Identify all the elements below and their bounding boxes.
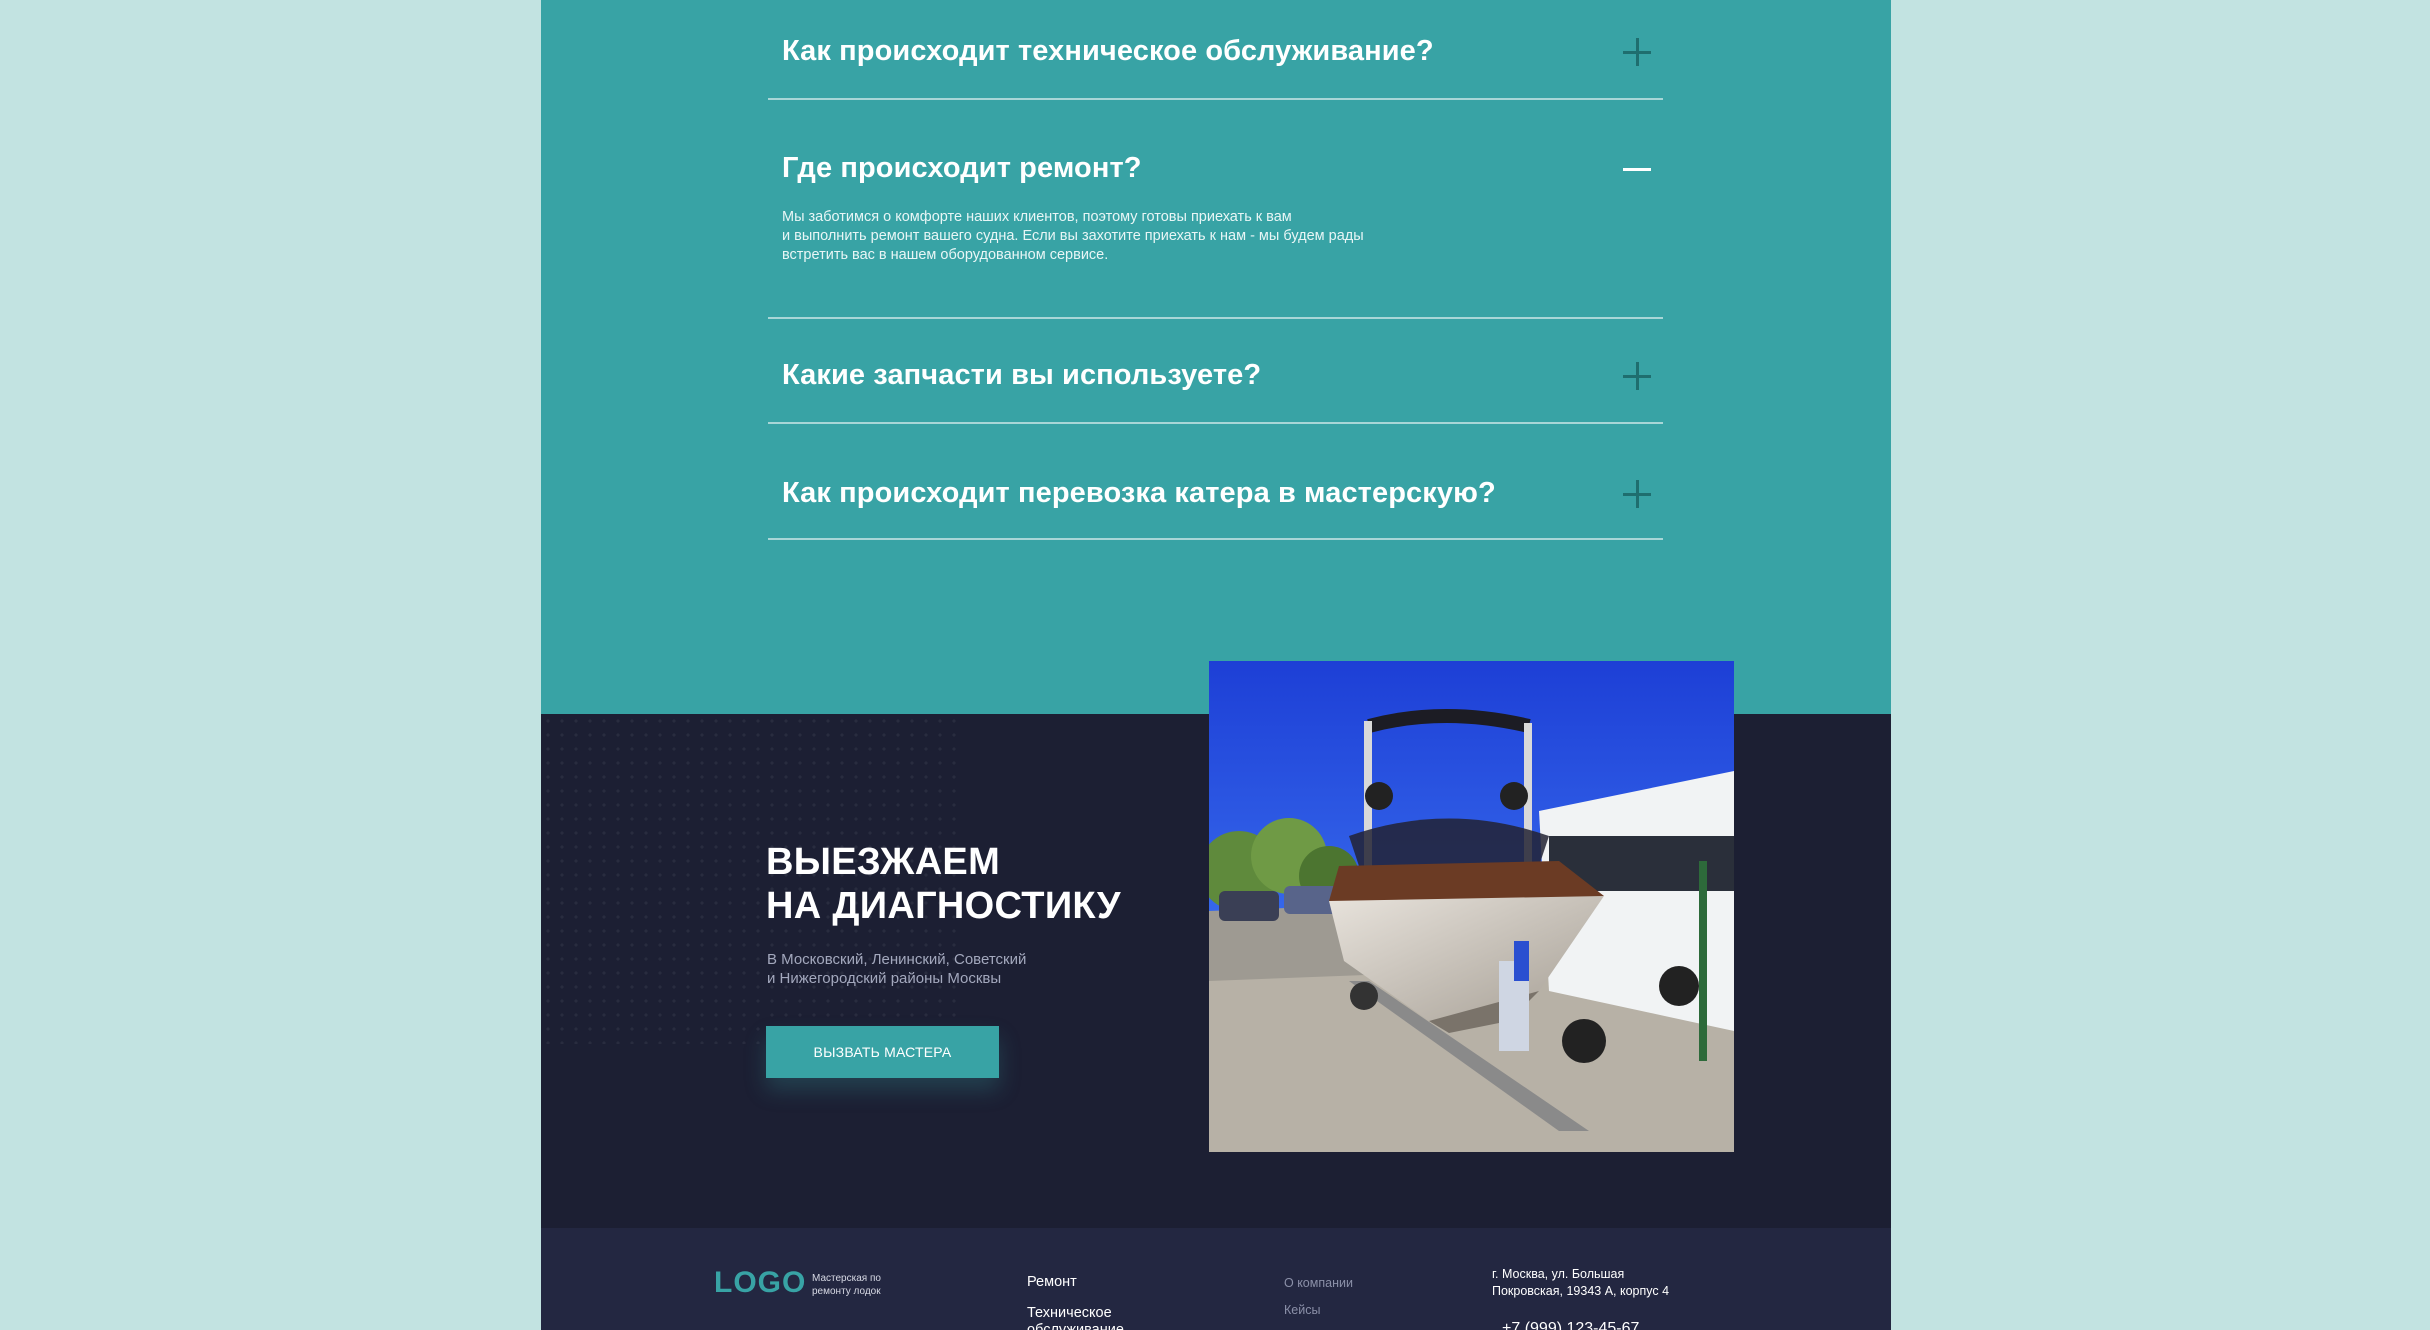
diagnostic-subtitle: В Московский, Ленинский, Советский и Ниж… [767, 950, 1026, 988]
boat-photo [1209, 661, 1734, 1152]
footer-address-line: г. Москва, ул. Большая [1492, 1267, 1625, 1281]
minus-icon[interactable] [1623, 155, 1651, 183]
logo-subtitle-line: Мастерская по [812, 1273, 881, 1284]
call-master-button[interactable]: ВЫЗВАТЬ МАСТЕРА [766, 1026, 999, 1078]
plus-icon[interactable] [1623, 362, 1651, 390]
faq-answer-line: Мы заботимся о комфорте наших клиентов, … [782, 209, 1292, 225]
faq-item-expanded[interactable]: Где происходит ремонт? Мы заботимся о ко… [768, 100, 1663, 319]
plus-icon[interactable] [1623, 480, 1651, 508]
faq-section: Как происходит техническое обслуживание?… [541, 0, 1891, 714]
faq-item[interactable]: Как происходит перевозка катера в мастер… [768, 424, 1663, 540]
footer-link-repair[interactable]: Ремонт [1027, 1274, 1137, 1291]
footer-link-maintenance[interactable]: Техническое обслуживание [1027, 1305, 1137, 1330]
faq-question[interactable]: Какие запчасти вы используете? [782, 359, 1261, 392]
diagnostic-subtitle-line: и Нижегородский районы Москвы [767, 970, 1002, 987]
diagnostic-title-line: ВЫЕЗЖАЕМ [766, 841, 1001, 883]
faq-answer: Мы заботимся о комфорте наших клиентов, … [782, 208, 1402, 265]
footer-link-cases[interactable]: Кейсы [1284, 1303, 1353, 1317]
footer-link-about[interactable]: О компании [1284, 1276, 1353, 1290]
faq-answer-line: встретить вас в нашем оборудованном серв… [782, 247, 1109, 263]
faq-answer-line: и выполнить ремонт вашего судна. Если вы… [782, 228, 1364, 244]
faq-question[interactable]: Где происходит ремонт? [782, 152, 1142, 185]
footer-company-nav: О компании Кейсы [1284, 1276, 1353, 1330]
page: Как происходит техническое обслуживание?… [541, 0, 1891, 1330]
faq-item[interactable]: Как происходит техническое обслуживание? [768, 0, 1663, 100]
faq-item[interactable]: Какие запчасти вы используете? [768, 319, 1663, 424]
faq-list: Как происходит техническое обслуживание?… [768, 0, 1663, 540]
footer-address-line: Покровская, 19343 А, корпус 4 [1492, 1284, 1670, 1298]
boat-image [1209, 661, 1734, 1152]
diagnostic-subtitle-line: В Московский, Ленинский, Советский [767, 951, 1027, 968]
logo[interactable]: LOGO [714, 1266, 806, 1300]
footer-address: г. Москва, ул. Большая Покровская, 19343… [1492, 1266, 1669, 1300]
plus-icon[interactable] [1623, 38, 1651, 66]
footer-phone[interactable]: +7 (999) 123-45-67 [1502, 1320, 1639, 1330]
logo-subtitle-line: ремонту лодок [812, 1286, 881, 1297]
faq-question[interactable]: Как происходит перевозка катера в мастер… [782, 477, 1496, 510]
logo-subtitle: Мастерская по ремонту лодок [812, 1272, 881, 1298]
diagnostic-title: ВЫЕЗЖАЕМ НА ДИАГНОСТИКУ [766, 840, 1121, 928]
footer: LOGO Мастерская по ремонту лодок Ремонт … [541, 1228, 1891, 1330]
faq-question[interactable]: Как происходит техническое обслуживание? [782, 35, 1434, 68]
diagnostic-title-line: НА ДИАГНОСТИКУ [766, 885, 1121, 927]
footer-services-nav: Ремонт Техническое обслуживание [1027, 1274, 1137, 1330]
